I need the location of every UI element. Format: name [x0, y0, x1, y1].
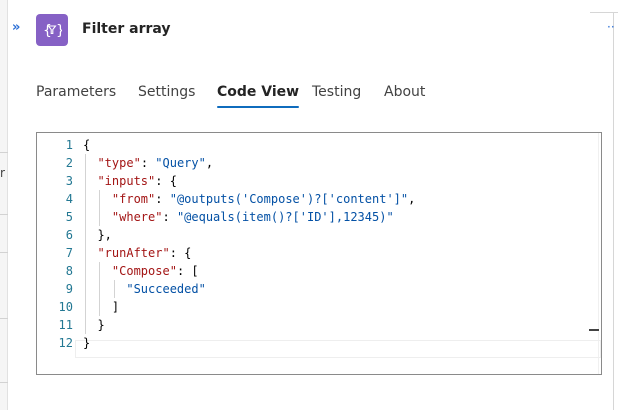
filter-array-icon: { }: [36, 14, 68, 46]
json-punctuation: [83, 282, 126, 296]
canvas-edge: r: [0, 0, 8, 410]
json-key: "from": [111, 192, 156, 206]
json-punctuation: [83, 264, 112, 278]
code-line[interactable]: 10 ]: [37, 298, 601, 316]
json-key: "Compose": [111, 264, 177, 278]
line-number: 3: [65, 174, 73, 188]
code-line[interactable]: 2 "type": "Query",: [37, 154, 601, 172]
line-number: 9: [65, 282, 73, 296]
json-punctuation: }: [83, 318, 105, 332]
json-punctuation: },: [83, 228, 112, 242]
json-punctuation: [83, 210, 112, 224]
svg-text:{: {: [43, 23, 52, 39]
json-punctuation: }: [83, 336, 91, 350]
json-punctuation: :: [140, 156, 156, 170]
code-text: }: [83, 316, 105, 334]
indent-guide: [113, 280, 115, 298]
svg-text:}: }: [56, 23, 62, 39]
json-punctuation: ,: [205, 156, 214, 170]
json-punctuation: {: [83, 138, 91, 152]
code-text: "inputs": {: [83, 172, 177, 190]
line-number: 10: [58, 300, 73, 314]
indent-guide: [99, 190, 101, 226]
json-string: "@outputs('Compose')?['content']": [169, 192, 409, 206]
code-line[interactable]: 12}: [37, 334, 601, 352]
code-text: }: [83, 334, 90, 352]
code-text: ]: [83, 298, 119, 316]
code-line[interactable]: 8 "Compose": [: [37, 262, 601, 280]
indent-guide: [99, 262, 101, 316]
json-punctuation: ]: [83, 300, 120, 314]
code-line[interactable]: 4 "from": "@outputs('Compose')?['content…: [37, 190, 601, 208]
line-number: 2: [65, 156, 73, 170]
json-key: "inputs": [97, 174, 156, 188]
json-key: "type": [97, 156, 141, 170]
tab-code-view[interactable]: Code View: [217, 84, 300, 108]
json-punctuation: : {: [155, 174, 177, 188]
json-punctuation: :: [162, 210, 177, 224]
json-punctuation: : {: [169, 246, 192, 260]
panel-right-border: [613, 12, 614, 410]
line-number: 6: [65, 228, 73, 242]
code-line[interactable]: 5 "where": "@equals(item()?['ID'],12345)…: [37, 208, 601, 226]
json-punctuation: :: [155, 192, 170, 206]
json-string: "@equals(item()?['ID'],12345)": [176, 210, 394, 224]
line-number: 12: [58, 336, 73, 350]
code-text: "from": "@outputs('Compose')?['content']…: [83, 190, 415, 208]
tab-settings[interactable]: Settings: [138, 84, 195, 108]
json-key: "runAfter": [97, 246, 170, 260]
code-line[interactable]: 6 },: [37, 226, 601, 244]
json-string: "Succeeded": [126, 282, 206, 296]
line-number: 11: [58, 318, 73, 332]
code-line[interactable]: 9 "Succeeded": [37, 280, 601, 298]
json-punctuation: : [: [176, 264, 199, 278]
action-details-panel: r » { } Filter array ·· Parameters Setti…: [0, 0, 618, 410]
line-number: 5: [65, 210, 73, 224]
action-title[interactable]: Filter array: [82, 21, 171, 37]
code-line[interactable]: 1{: [37, 136, 601, 154]
indent-guide: [85, 154, 86, 334]
code-text: "Succeeded": [83, 280, 206, 298]
code-text: "runAfter": {: [83, 244, 191, 262]
code-line[interactable]: 7 "runAfter": {: [37, 244, 601, 262]
canvas-edge-text: r: [0, 166, 5, 180]
json-key: "where": [111, 210, 163, 224]
line-number: 8: [65, 264, 73, 278]
tab-about[interactable]: About: [384, 84, 425, 108]
code-text: },: [83, 226, 112, 244]
collapse-panel-icon[interactable]: »: [12, 20, 28, 40]
code-line[interactable]: 11 }: [37, 316, 601, 334]
code-line[interactable]: 3 "inputs": {: [37, 172, 601, 190]
code-text: "where": "@equals(item()?['ID'],12345)": [83, 208, 394, 226]
tab-parameters[interactable]: Parameters: [36, 84, 116, 108]
line-number: 4: [65, 192, 73, 206]
line-number: 7: [65, 246, 73, 260]
more-options-icon[interactable]: ··: [607, 20, 615, 34]
json-punctuation: ,: [408, 192, 416, 206]
json-string: "Query": [155, 156, 206, 170]
code-view-editor[interactable]: 1{2 "type": "Query", 3 "inputs": {4 "from…: [36, 132, 602, 375]
line-number: 1: [65, 138, 73, 152]
code-text: {: [83, 136, 90, 154]
json-punctuation: [83, 192, 112, 206]
code-text: "type": "Query",: [83, 154, 213, 172]
tab-testing[interactable]: Testing: [312, 84, 361, 108]
